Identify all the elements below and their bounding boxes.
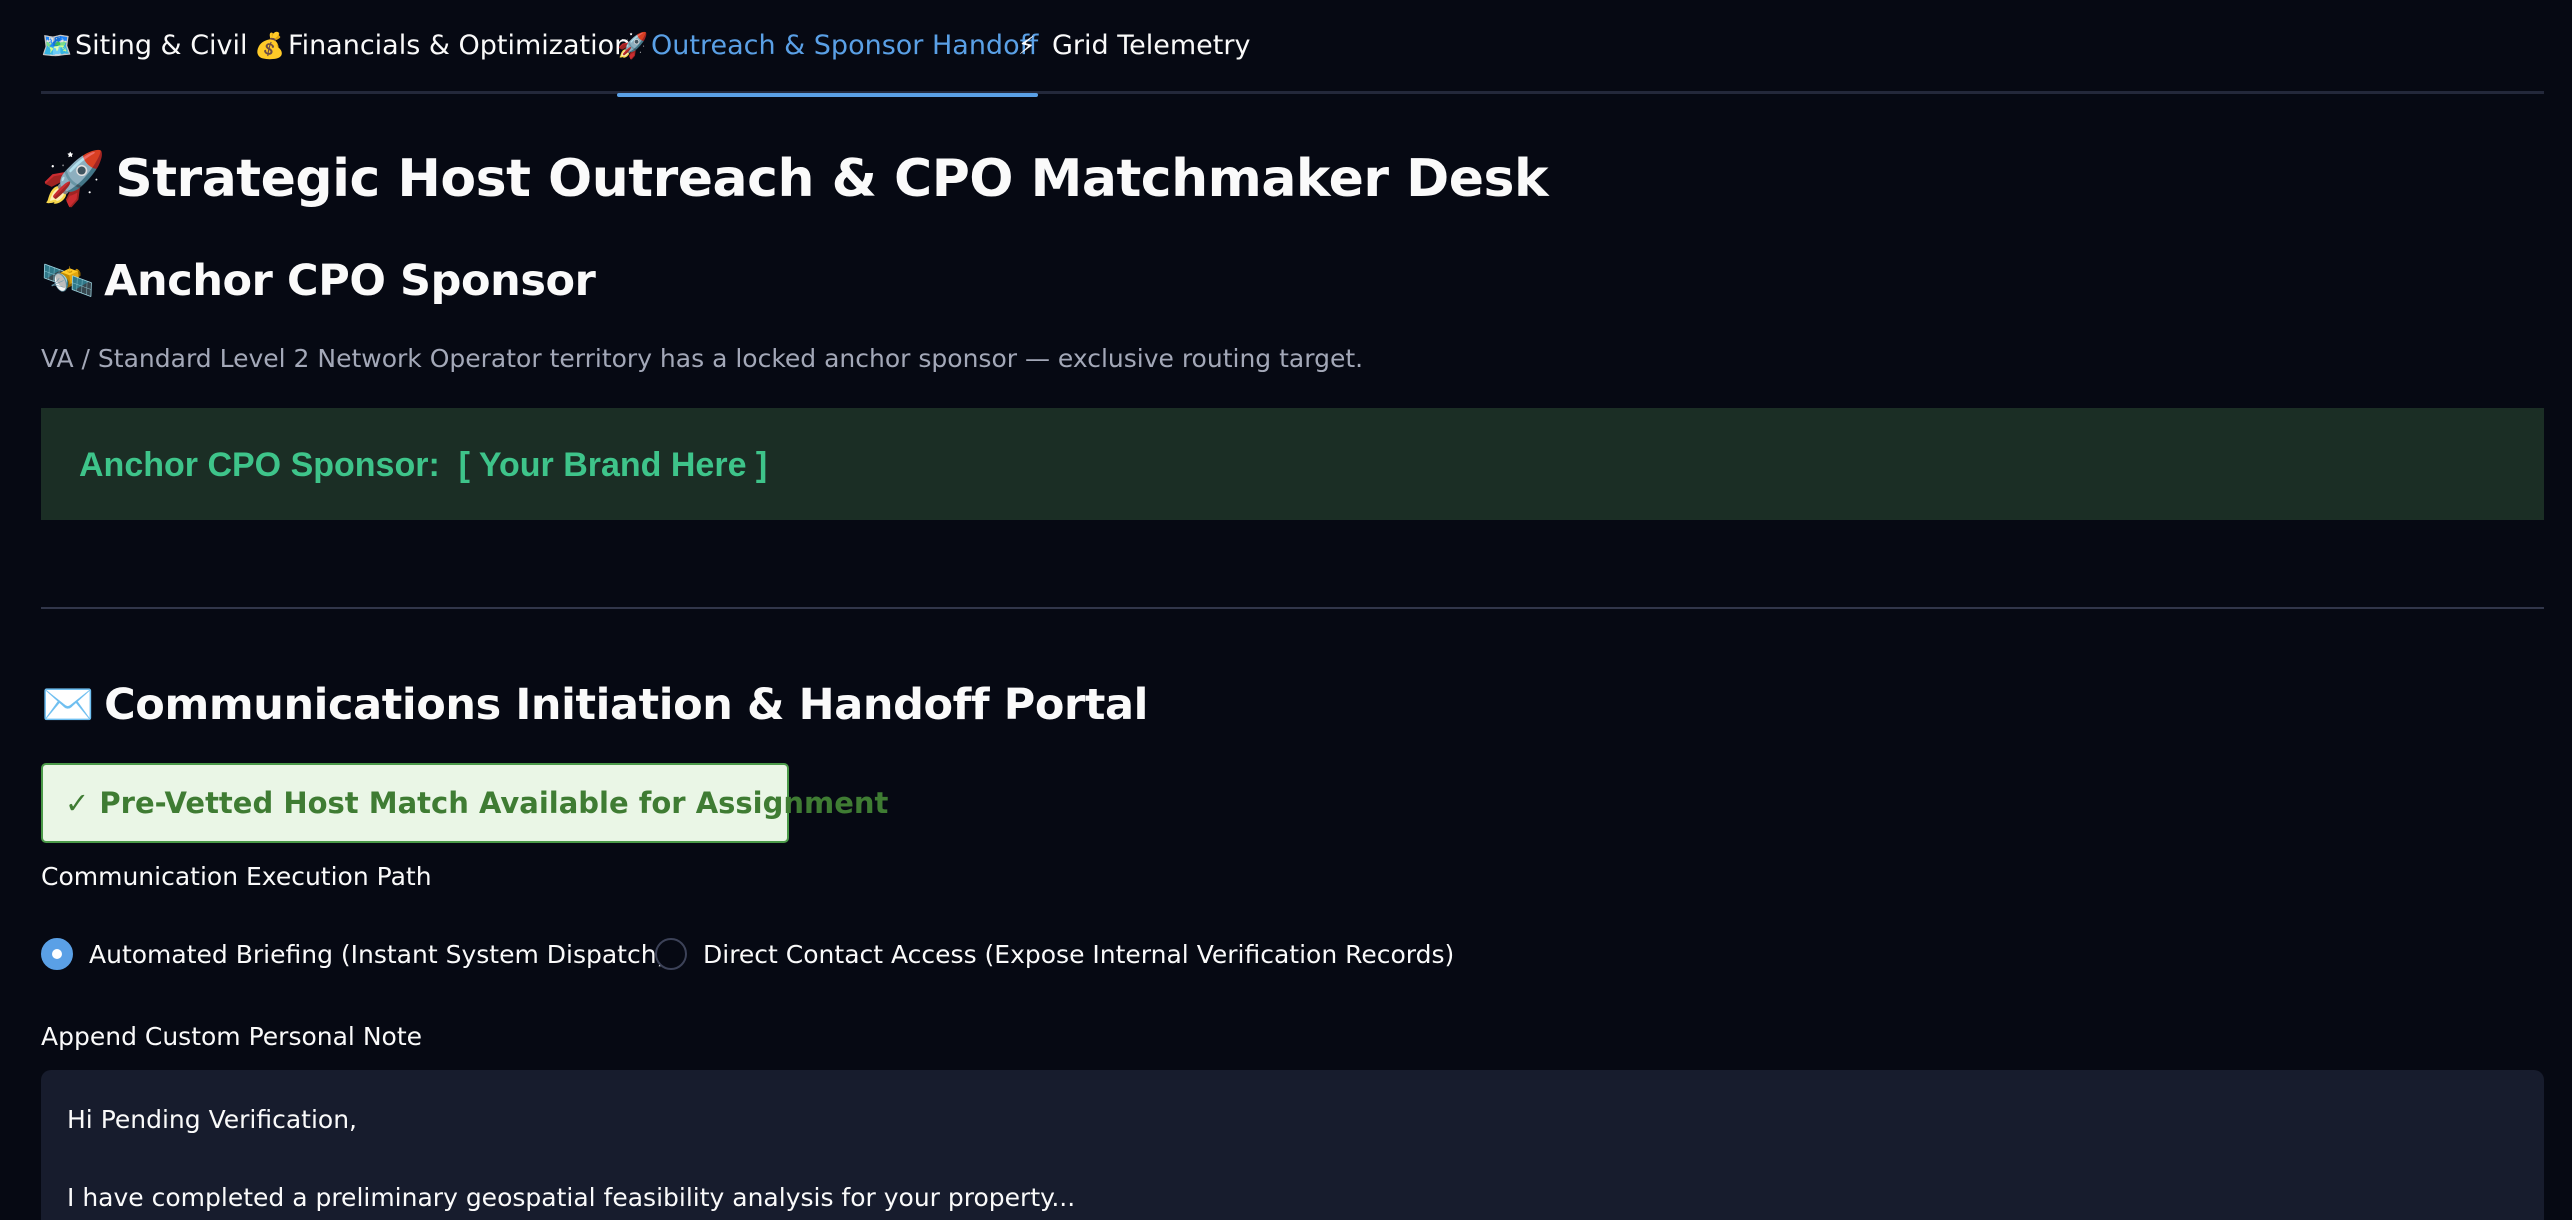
radio-selected-icon[interactable] <box>41 938 73 970</box>
rocket-icon: 🚀 <box>617 31 649 60</box>
envelope-icon: ✉️ <box>41 680 95 730</box>
sponsor-heading: 🛰️ Anchor CPO Sponsor <box>41 256 596 306</box>
personal-note-textarea[interactable]: Hi Pending Verification, I have complete… <box>41 1070 2544 1220</box>
tab-label: Grid Telemetry <box>1052 30 1251 61</box>
execution-path-label: Communication Execution Path <box>41 862 432 891</box>
section-divider <box>41 607 2544 609</box>
satellite-icon: 🛰️ <box>41 256 95 306</box>
radio-automated-briefing[interactable]: Automated Briefing (Instant System Dispa… <box>41 936 666 972</box>
radio-label: Automated Briefing (Instant System Dispa… <box>89 939 667 969</box>
host-match-badge: ✓ Pre-Vetted Host Match Available for As… <box>41 763 888 843</box>
map-icon: 🗺️ <box>41 31 73 60</box>
tab-bar: 🗺️ Siting & Civil 💰 Financials & Optimizat… <box>41 0 2544 97</box>
sponsor-caption: VA / Standard Level 2 Network Operator t… <box>41 344 1364 373</box>
radio-unselected-icon[interactable] <box>655 938 687 970</box>
tab-financials-optimization[interactable]: 💰 Financials & Optimization <box>254 30 631 94</box>
lightning-icon: ⚡ <box>1018 31 1036 60</box>
sponsor-banner-text: Anchor CPO Sponsor: [ Your Brand Here ] <box>79 446 768 484</box>
page-title: 🚀 Strategic Host Outreach & CPO Matchmake… <box>41 148 1549 209</box>
comms-heading-text: Communications Initiation & Handoff Port… <box>104 680 1148 730</box>
comms-heading: ✉️ Communications Initiation & Handoff Po… <box>41 680 1148 730</box>
money-bag-icon: 💰 <box>254 31 286 60</box>
tab-outreach-sponsor-handoff[interactable]: 🚀 Outreach & Sponsor Handoff <box>617 30 1039 97</box>
sponsor-banner: Anchor CPO Sponsor: [ Your Brand Here ] <box>41 408 2544 520</box>
tab-label: Outreach & Sponsor Handoff <box>651 30 1039 61</box>
tab-label: Siting & Civil <box>75 30 248 61</box>
tab-label: Financials & Optimization <box>288 30 632 61</box>
personal-note-label: Append Custom Personal Note <box>41 1022 423 1051</box>
page-title-text: Strategic Host Outreach & CPO Matchmaker… <box>115 149 1549 209</box>
tab-siting-civil[interactable]: 🗺️ Siting & Civil <box>41 30 248 94</box>
tab-grid-telemetry[interactable]: ⚡ Grid Telemetry <box>1018 30 1250 94</box>
app-page: 🗺️ Siting & Civil 💰 Financials & Optimizat… <box>0 0 2572 1220</box>
radio-direct-contact-access[interactable]: Direct Contact Access (Expose Internal V… <box>655 936 1454 972</box>
sponsor-heading-text: Anchor CPO Sponsor <box>104 256 596 306</box>
rocket-icon: 🚀 <box>41 149 106 209</box>
radio-label: Direct Contact Access (Expose Internal V… <box>703 939 1455 969</box>
